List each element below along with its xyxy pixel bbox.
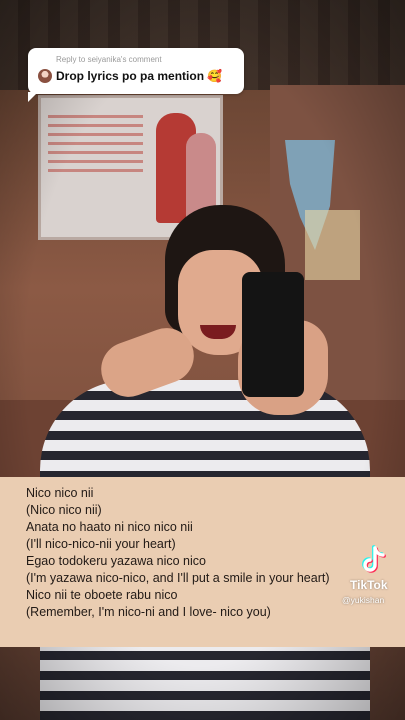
lyric-line: (Nico nico nii) (26, 503, 102, 517)
reply-comment-bubble[interactable]: Reply to seiyanika's comment Drop lyrics… (28, 48, 244, 102)
creator-username: @yukishan (342, 595, 385, 605)
tiktok-watermark: TikTok @yukishan (340, 545, 402, 615)
lyric-line: Anata no haato ni nico nico nii (26, 520, 193, 534)
tiktok-brand-label: TikTok (350, 578, 388, 592)
tiktok-logo-icon (362, 545, 386, 573)
reply-to-label: Reply to seiyanika's comment (56, 55, 162, 64)
avatar (38, 69, 52, 83)
reply-comment-text: Drop lyrics po pa mention 🥰 (56, 69, 223, 83)
lyric-line: Nico nico nii (26, 486, 94, 500)
